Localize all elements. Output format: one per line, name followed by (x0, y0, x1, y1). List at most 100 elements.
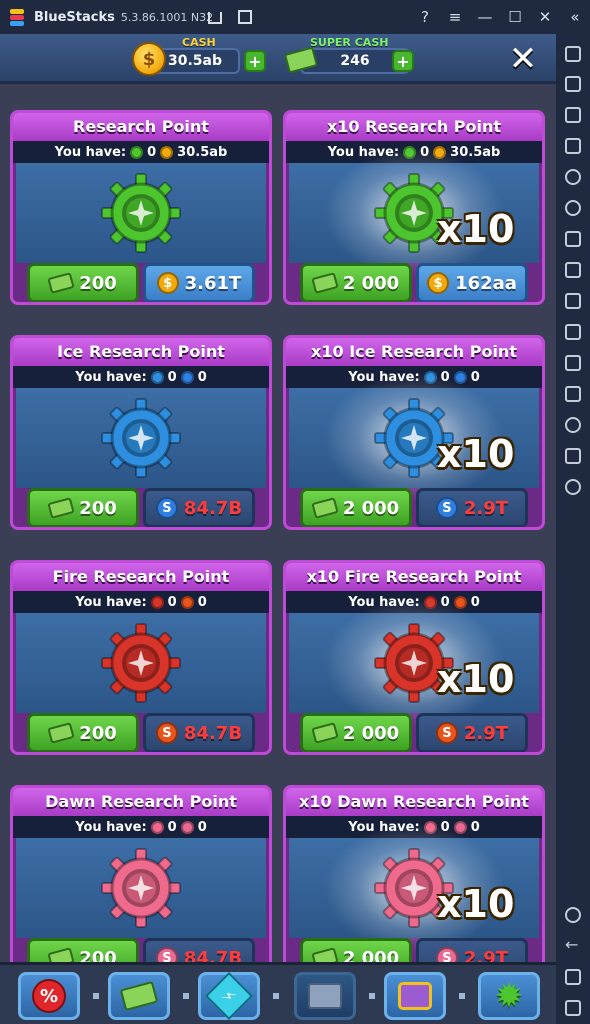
currency-coin-icon: S (435, 722, 458, 744)
currency-coin-icon: S (435, 497, 458, 519)
close-window-button[interactable]: ✕ (530, 0, 560, 34)
research-gear-icon (100, 397, 182, 479)
buy-with-currency-button[interactable]: S 2.9T (416, 713, 528, 752)
close-button[interactable]: ✕ (503, 42, 543, 76)
record-icon[interactable] (565, 169, 581, 185)
cash-price: 2 000 (342, 272, 400, 294)
currency-amount: 0 (197, 369, 207, 385)
card-title: Fire Research Point (13, 563, 269, 591)
card-art (16, 613, 266, 713)
research-gear-icon (100, 172, 182, 254)
shop-card: Dawn Research Point You have: 0 0 200 S … (10, 785, 272, 980)
percent-icon: % (32, 979, 66, 1013)
buy-with-cash-button[interactable]: 2 000 (300, 713, 412, 752)
shop-card: Fire Research Point You have: 0 0 200 S … (10, 560, 272, 755)
android-home-icon[interactable] (565, 969, 581, 985)
eraser-icon[interactable] (565, 386, 581, 402)
cash-icon (311, 497, 339, 519)
buy-with-currency-button[interactable]: S 84.7B (143, 488, 255, 527)
card-art: x10 (289, 148, 539, 278)
app-version: 5.3.86.1001 N32 (120, 10, 214, 24)
card-art: x10 (289, 598, 539, 728)
card-art (16, 163, 266, 263)
you-have-row: You have: 0 0 (13, 366, 269, 388)
recent-apps-icon[interactable] (565, 1000, 581, 1016)
multi-instance-icon[interactable] (238, 10, 252, 24)
shop-card: Ice Research Point You have: 0 0 200 S 8… (10, 335, 272, 530)
buy-with-currency-button[interactable]: $ 162aa (416, 263, 528, 302)
location-icon[interactable] (565, 417, 581, 433)
home-icon[interactable] (208, 12, 222, 24)
nav-percent-button[interactable]: % (18, 972, 80, 1020)
cast-icon[interactable] (565, 107, 581, 123)
currency-price: 3.61T (184, 272, 242, 294)
buy-with-currency-button[interactable]: S 84.7B (143, 713, 255, 752)
rotate-icon[interactable] (565, 200, 581, 216)
nav-separator (369, 993, 375, 999)
nav-map-button[interactable] (294, 972, 356, 1020)
currency-bar: 30.5ab CASH $ + 246 SUPER CASH + ✕ (0, 34, 556, 84)
shop-card: x10 Dawn Research Point You have: 0 0 x1… (283, 785, 545, 980)
cash-price: 200 (79, 272, 117, 294)
cash-price: 2 000 (342, 497, 400, 519)
settings-icon[interactable] (565, 907, 581, 923)
currency-amount: 30.5ab (177, 144, 228, 160)
cash-icon (47, 722, 75, 744)
currency-price: 84.7B (183, 497, 243, 519)
map-icon (308, 983, 342, 1009)
add-cash-button[interactable]: + (244, 50, 266, 72)
coin-icon: $ (132, 42, 166, 76)
buy-with-cash-button[interactable]: 200 (27, 488, 139, 527)
cash-icon (47, 497, 75, 519)
currency-price: 162aa (455, 272, 517, 294)
volume-icon[interactable] (565, 76, 581, 92)
buy-with-cash-button[interactable]: 2 000 (300, 488, 412, 527)
buy-with-cash-button[interactable]: 2 000 (300, 263, 412, 302)
you-have-row: You have: 0 0 (13, 816, 269, 838)
minimize-button[interactable]: — (470, 0, 500, 34)
fullscreen-icon[interactable] (565, 46, 581, 62)
collapse-sidebar-icon[interactable]: « (560, 0, 590, 34)
add-super-cash-button[interactable]: + (392, 50, 414, 72)
research-gear-icon (100, 847, 182, 929)
nav-gear-button[interactable]: ✹ (478, 972, 540, 1020)
menu-icon[interactable]: ≡ (440, 0, 470, 34)
buy-with-currency-button[interactable]: S 2.9T (416, 488, 528, 527)
currency-icon (160, 145, 174, 159)
apk-icon[interactable] (565, 262, 581, 278)
multiplier-badge: x10 (437, 207, 515, 251)
currency-coin-icon: $ (427, 272, 450, 294)
buy-with-currency-button[interactable]: $ 3.61T (143, 263, 255, 302)
nav-lightning-badge-button[interactable]: ⚡ (198, 971, 260, 1021)
macro-icon[interactable] (565, 231, 581, 247)
resize-icon[interactable] (565, 355, 581, 371)
buy-with-cash-button[interactable]: 200 (27, 263, 139, 302)
currency-icon (180, 370, 194, 384)
currency-price: 84.7B (183, 722, 243, 744)
help-icon[interactable]: ? (410, 0, 440, 34)
research-point-icon (150, 820, 164, 834)
card-title: Research Point (13, 113, 269, 141)
nav-treasure-chest-button[interactable] (384, 972, 446, 1020)
maximize-button[interactable]: ☐ (500, 0, 530, 34)
currency-icon (180, 595, 194, 609)
bluestacks-logo-icon (8, 8, 26, 26)
layers-icon[interactable] (565, 448, 581, 464)
buy-with-cash-button[interactable]: 200 (27, 713, 139, 752)
card-title: Dawn Research Point (13, 788, 269, 816)
eco-mode-icon[interactable] (565, 479, 581, 495)
cash-icon (47, 272, 75, 294)
cash-stack-icon (119, 980, 159, 1012)
currency-price: 2.9T (463, 722, 509, 744)
folder-icon[interactable] (565, 324, 581, 340)
back-icon[interactable]: ← (565, 937, 581, 954)
keyboard-icon[interactable] (565, 138, 581, 154)
card-title: x10 Ice Research Point (286, 338, 542, 366)
nav-cash-stack-button[interactable] (108, 972, 170, 1020)
currency-coin-icon: $ (156, 272, 179, 294)
lightning-badge-icon: ⚡ (204, 971, 254, 1021)
nav-separator (459, 993, 465, 999)
screenshot-icon[interactable] (565, 293, 581, 309)
currency-amount: 0 (197, 819, 207, 835)
multiplier-badge: x10 (437, 432, 515, 476)
